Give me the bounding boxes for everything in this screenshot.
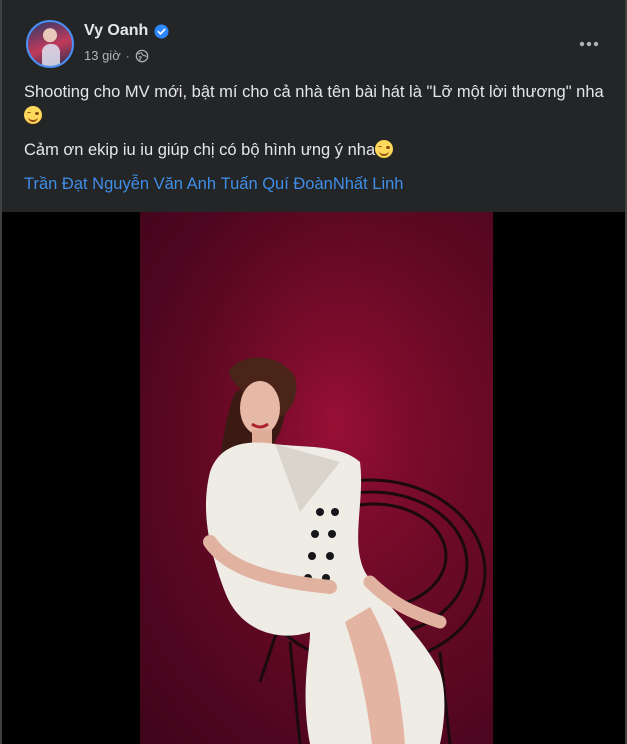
post-card: Vy Oanh 13 giờ · Shooting cho MV mới, bậ…	[0, 0, 627, 744]
tag-link[interactable]: Nguyễn Văn Anh	[92, 172, 216, 196]
author-name[interactable]: Vy Oanh	[84, 22, 148, 40]
caption-text-1: Shooting cho MV mới, bật mí cho cả nhà t…	[24, 83, 604, 101]
post-caption-line-1: Shooting cho MV mới, bật mí cho cả nhà t…	[24, 80, 614, 128]
post-header: Vy Oanh 13 giờ ·	[22, 18, 613, 74]
verified-badge-icon	[154, 23, 169, 39]
smiling-face-emoji-icon	[24, 106, 42, 124]
post-media[interactable]	[2, 212, 625, 744]
post-photo[interactable]	[140, 212, 493, 744]
post-timestamp[interactable]: 13 giờ	[84, 48, 121, 63]
post-caption-line-2: Cảm ơn ekip iu iu giúp chị có bộ hình ưn…	[24, 138, 614, 162]
tagged-people: Trần Đạt Nguyễn Văn Anh Tuấn Quí Đoàn Nhấ…	[24, 172, 614, 196]
more-options-icon	[579, 41, 599, 47]
post-meta: 13 giờ ·	[84, 48, 149, 63]
author-avatar[interactable]	[26, 20, 74, 68]
photo-illustration	[140, 212, 493, 744]
tag-link[interactable]: Trần Đạt	[24, 172, 88, 196]
smiling-face-emoji-icon	[375, 140, 394, 158]
tag-link[interactable]: Nhất Linh	[333, 172, 404, 196]
author-name-row: Vy Oanh	[84, 22, 169, 40]
meta-separator: ·	[125, 48, 130, 63]
tag-link[interactable]: Tuấn Quí Đoàn	[221, 172, 333, 196]
more-options-button[interactable]	[571, 26, 607, 62]
caption-text-2: Cảm ơn ekip iu iu giúp chị có bộ hình ưn…	[24, 141, 376, 159]
post-body: Shooting cho MV mới, bật mí cho cả nhà t…	[24, 80, 614, 196]
globe-icon[interactable]	[135, 49, 149, 63]
